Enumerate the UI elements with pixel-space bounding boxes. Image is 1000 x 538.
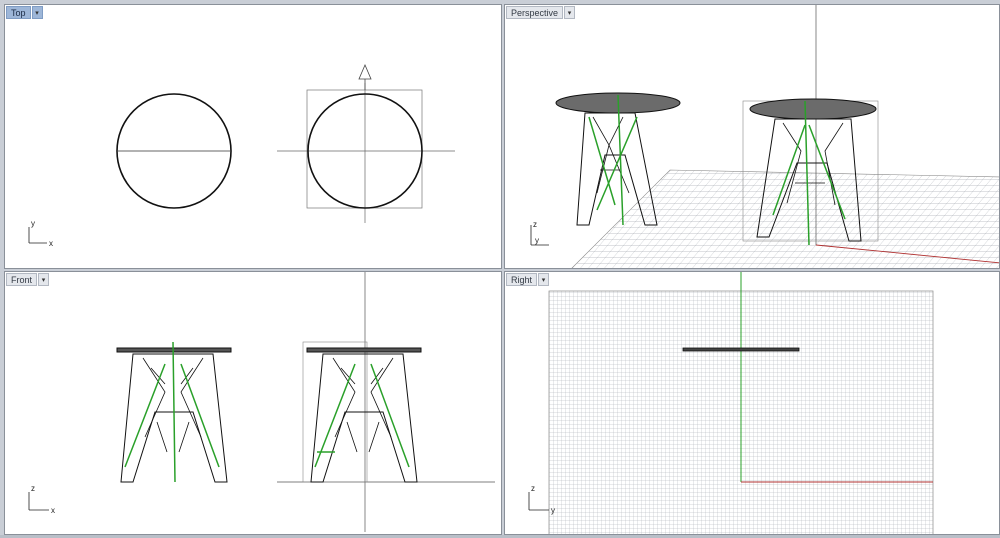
construction-plane-grid	[571, 169, 999, 268]
axis-label-horizontal: y	[535, 236, 539, 245]
viewport-title-perspective[interactable]: Perspective ▾	[506, 6, 576, 19]
viewport-title-front[interactable]: Front ▾	[6, 273, 50, 286]
top-view-canvas[interactable]: y x	[5, 5, 502, 269]
viewport-right[interactable]: Right ▾ z y	[504, 271, 1000, 535]
perspective-view-canvas[interactable]: z y	[505, 5, 1000, 269]
viewport-front[interactable]: Front ▾ z x	[4, 271, 502, 535]
stool-left-front[interactable]	[116, 341, 232, 483]
right-view-canvas[interactable]: z y	[505, 272, 1000, 535]
axis-label-vertical: z	[531, 484, 535, 493]
axis-label-horizontal: y	[551, 506, 555, 515]
axis-label-vertical: z	[533, 220, 537, 229]
chevron-down-icon[interactable]: ▾	[31, 6, 43, 19]
chevron-down-icon[interactable]: ▾	[538, 273, 550, 286]
axis-label-vertical: y	[31, 219, 35, 228]
viewport-label-front[interactable]: Front	[6, 273, 38, 286]
axis-label-vertical: z	[31, 484, 35, 493]
viewport-perspective[interactable]: Perspective ▾ z y	[504, 4, 1000, 269]
front-view-canvas[interactable]: z x	[5, 272, 502, 535]
viewport-label-perspective[interactable]: Perspective	[506, 6, 564, 19]
viewport-label-right[interactable]: Right	[506, 273, 538, 286]
viewport-label-top[interactable]: Top	[6, 6, 31, 19]
viewport-title-right[interactable]: Right ▾	[506, 273, 550, 286]
chevron-down-icon[interactable]: ▾	[564, 6, 576, 19]
viewport-top[interactable]: Top ▾ y x	[4, 4, 502, 269]
gumball-arrow-icon	[358, 63, 372, 80]
stool-right-side-top	[682, 347, 800, 352]
viewport-title-top[interactable]: Top ▾	[6, 6, 43, 19]
axis-label-horizontal: x	[49, 239, 53, 248]
stool-right-front[interactable]	[302, 341, 422, 483]
axis-label-horizontal: x	[51, 506, 55, 515]
chevron-down-icon[interactable]: ▾	[38, 273, 50, 286]
